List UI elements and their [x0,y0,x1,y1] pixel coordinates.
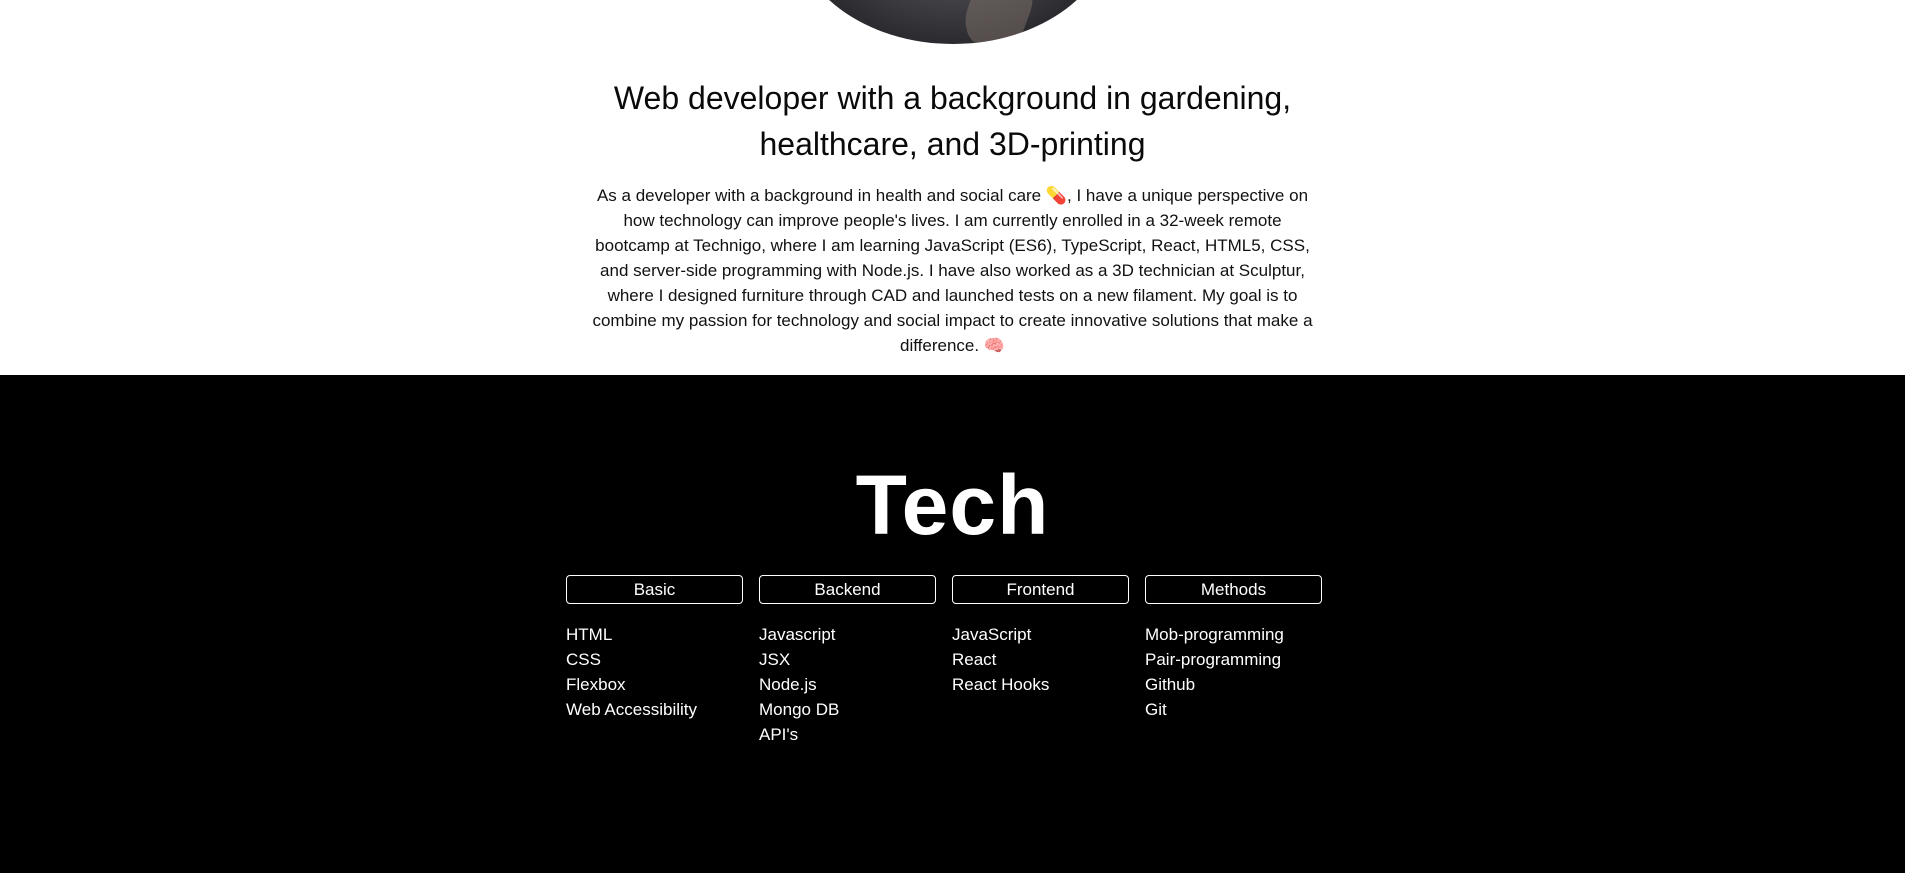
headline: Web developer with a background in garde… [613,80,1292,162]
bio-text: As a developer with a background in heal… [592,186,1313,355]
tech-column-header: Basic [566,575,743,604]
tech-column-backend: Backend Javascript JSX Node.js Mongo DB … [759,575,936,747]
tech-section: Tech Basic HTML CSS Flexbox Web Accessib… [0,375,1905,873]
tech-item: API's [759,725,799,744]
tech-item: Mob-programming [1145,625,1284,644]
tech-item: CSS [566,650,601,669]
tech-column-header: Backend [759,575,936,604]
tech-columns: Basic HTML CSS Flexbox Web Accessibility… [566,575,1326,747]
tech-item: JavaScript [952,625,1032,644]
tech-item: Node.js [759,675,817,694]
tech-item: Javascript [759,625,836,644]
intro-section: Web developer with a background in garde… [0,0,1905,375]
tech-item: Git [1145,700,1167,719]
tech-item: Flexbox [566,675,626,694]
tech-column-header: Methods [1145,575,1322,604]
tech-item: HTML [566,625,613,644]
tech-item: React Hooks [952,675,1050,694]
tech-item: Web Accessibility [566,700,698,719]
tech-item: React [952,650,997,669]
tech-column-frontend: Frontend JavaScript React React Hooks [952,575,1129,747]
tech-item: JSX [759,650,791,669]
tech-title: Tech [855,458,1050,552]
tech-column-header: Frontend [952,575,1129,604]
tech-item: Mongo DB [759,700,840,719]
tech-column-basic: Basic HTML CSS Flexbox Web Accessibility [566,575,743,747]
tech-column-methods: Methods Mob-programming Pair-programming… [1145,575,1322,747]
profile-photo [792,0,1113,44]
tech-item: Pair-programming [1145,650,1282,669]
tech-item: Github [1145,675,1196,694]
